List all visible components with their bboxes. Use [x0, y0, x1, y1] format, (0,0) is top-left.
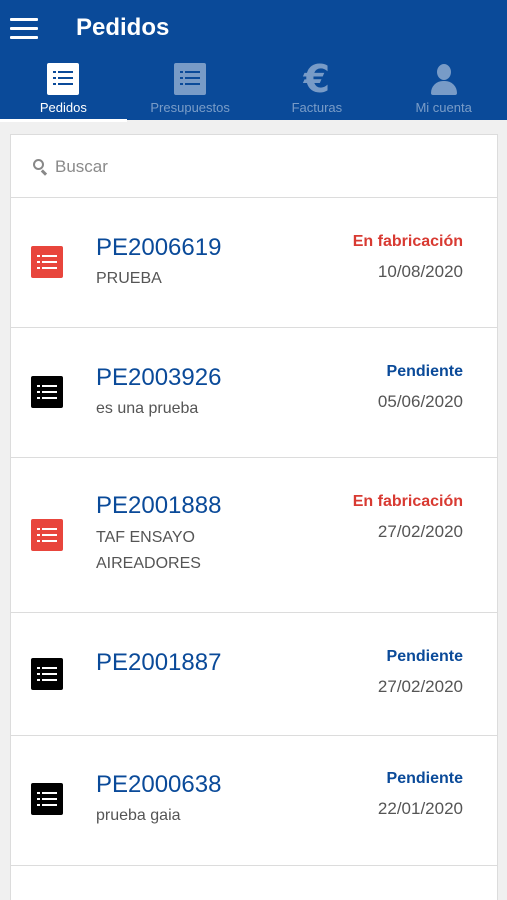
page-title: Pedidos: [76, 14, 170, 41]
order-code: PE2001888: [96, 492, 222, 519]
list-icon: [46, 62, 80, 96]
order-description: es una prueba: [96, 400, 199, 417]
orders-list: PE2006619 PRUEBA En fabricación 10/08/20…: [10, 134, 498, 900]
order-row[interactable]: PE2006619 PRUEBA En fabricación 10/08/20…: [10, 198, 498, 328]
order-list-icon: [31, 376, 63, 408]
order-date: 10/08/2020: [377, 262, 463, 281]
tab-pedidos[interactable]: Pedidos: [0, 58, 127, 122]
order-description: PRUEBA: [96, 270, 162, 287]
order-row[interactable]: [10, 866, 498, 900]
order-status: Pendiente: [386, 363, 463, 380]
order-row[interactable]: PE2000638 prueba gaia Pendiente 22/01/20…: [10, 736, 498, 866]
tab-facturas[interactable]: € Facturas: [254, 58, 381, 120]
person-icon: [427, 62, 461, 96]
order-list-icon: [31, 658, 63, 690]
order-list-icon: [31, 519, 63, 551]
order-description: prueba gaia: [96, 807, 181, 824]
tab-bar: Pedidos Presupuestos € Facturas Mi cuent…: [0, 58, 507, 122]
order-row[interactable]: PE2003926 es una prueba Pendiente 05/06/…: [10, 328, 498, 458]
order-row[interactable]: PE2001888 TAF ENSAYO AIREADORES En fabri…: [10, 458, 498, 613]
search-input[interactable]: [55, 153, 475, 181]
order-list-icon: [31, 783, 63, 815]
tab-label: Presupuestos: [150, 100, 230, 115]
order-status: Pendiente: [386, 770, 463, 787]
order-description: TAF ENSAYO AIREADORES: [96, 529, 201, 572]
order-code: PE2001887: [96, 649, 222, 676]
order-code: PE2006619: [96, 234, 222, 261]
order-date: 27/02/2020: [377, 677, 463, 696]
tab-label: Facturas: [291, 100, 343, 115]
order-date: 05/06/2020: [377, 392, 463, 411]
search-icon: [33, 159, 48, 176]
order-date: 22/01/2020: [377, 799, 463, 818]
tab-label: Pedidos: [39, 100, 87, 115]
order-code: PE2000638: [96, 771, 222, 798]
order-code: PE2003926: [96, 364, 222, 391]
order-status: Pendiente: [386, 648, 463, 665]
tab-label: Mi cuenta: [415, 100, 472, 115]
order-list-icon: [31, 246, 63, 278]
order-row[interactable]: PE2001887 Pendiente 27/02/2020: [10, 613, 498, 736]
order-status: En fabricación: [352, 493, 463, 510]
search-bar: [10, 134, 498, 198]
list-icon: [173, 62, 207, 96]
menu-icon[interactable]: [10, 18, 38, 40]
tab-mi-cuenta[interactable]: Mi cuenta: [380, 58, 507, 120]
app-bar: Pedidos Pedidos Presupuestos € Facturas …: [0, 0, 507, 122]
tab-presupuestos[interactable]: Presupuestos: [127, 58, 254, 120]
order-date: 27/02/2020: [377, 522, 463, 541]
euro-icon: €: [303, 57, 331, 101]
order-status: En fabricación: [352, 233, 463, 250]
